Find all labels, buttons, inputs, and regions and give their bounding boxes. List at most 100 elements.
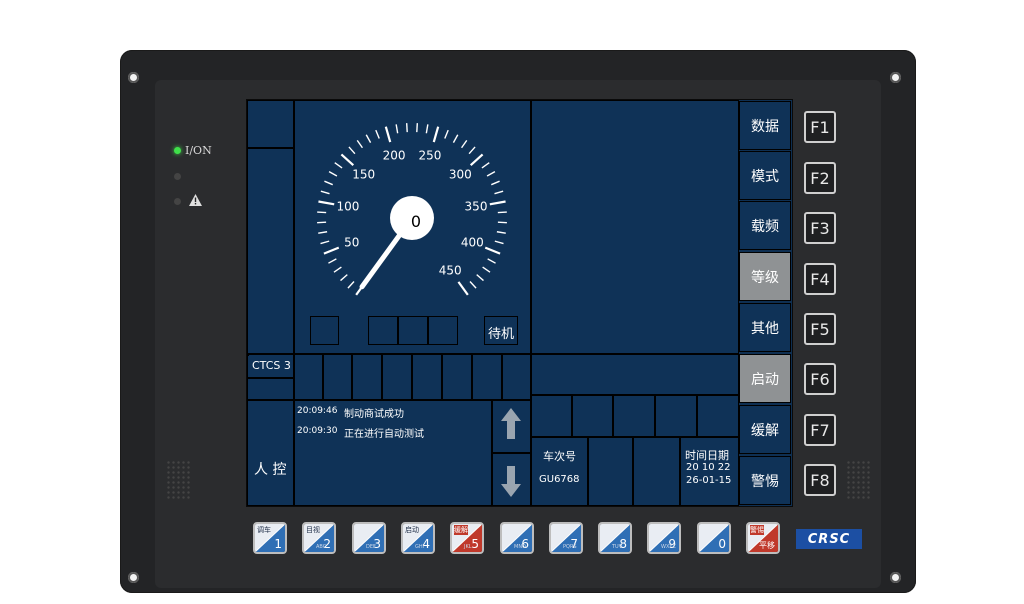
speed-tick (375, 129, 380, 139)
f6-key[interactable]: F6 (804, 363, 836, 395)
ctcs-level-box: CTCS 3 (247, 354, 294, 378)
speed-tick (323, 246, 340, 255)
menu-other-button[interactable]: 其他 (739, 303, 791, 352)
message-time-2: 20:09:30 (297, 426, 338, 436)
speed-tick (487, 258, 496, 264)
f8-key[interactable]: F8 (804, 464, 836, 496)
message-text-2: 正在进行自动测试 (344, 429, 424, 440)
speed-tick (405, 123, 408, 133)
speed-tick (457, 281, 469, 296)
speed-tick (497, 211, 507, 214)
number-key-3[interactable]: 3 DEF (352, 522, 386, 554)
speed-tick (340, 274, 348, 282)
key-letters: TUV (612, 544, 623, 550)
key-letters: JKL (464, 544, 472, 550)
menu-start-button[interactable]: 启动 (739, 354, 791, 403)
speed-tick (482, 266, 491, 273)
control-mode-text: 人 控 (254, 462, 287, 478)
ctcs-level-text: CTCS 3 (252, 359, 291, 372)
info-cell (613, 395, 655, 437)
key-number: 1 (274, 537, 282, 551)
speed-tick (425, 124, 429, 134)
left-info-cell (247, 100, 294, 148)
speed-tick (469, 153, 484, 166)
speed-tick (318, 231, 328, 234)
key-label: 启动 (405, 526, 419, 534)
number-key-6[interactable]: 6 MNO (500, 522, 534, 554)
power-label: I/ON (185, 144, 212, 157)
speed-tick (318, 200, 335, 206)
number-key-7[interactable]: 7 PQRS (549, 522, 583, 554)
speed-tick (324, 180, 333, 186)
mount-hole (128, 572, 139, 583)
spacer (247, 354, 249, 356)
speed-tick (432, 126, 440, 143)
time-value: 20 10 22 (686, 462, 731, 473)
left-speaker-grille (166, 460, 192, 500)
speed-tick (481, 162, 490, 169)
left-info-cell (247, 148, 294, 354)
number-key-5[interactable]: 缓解 5 JKL (450, 522, 484, 554)
speed-tick (384, 126, 392, 143)
menu-vigilance-button[interactable]: 警惕 (739, 456, 791, 505)
scroll-up-button[interactable] (492, 400, 531, 453)
menu-release-button[interactable]: 缓解 (739, 405, 791, 454)
message-time-1: 20:09:46 (297, 406, 338, 416)
number-key-2[interactable]: 目视 2 ABC (302, 522, 336, 554)
number-key-11[interactable]: 警惕 平移 (746, 522, 780, 554)
speed-tick (365, 134, 372, 143)
speed-tick (348, 146, 356, 155)
f4-key[interactable]: F4 (804, 263, 836, 295)
menu-mode-button[interactable]: 模式 (739, 151, 791, 200)
speed-tick-label: 100 (337, 200, 360, 214)
datetime-label: 时间日期 (685, 449, 729, 462)
mode-status-text: 待机 (488, 327, 515, 342)
key-letters: WXYZ (661, 544, 676, 550)
scroll-down-button[interactable] (492, 453, 531, 506)
number-key-4[interactable]: 启动 4 GHI (401, 522, 435, 554)
speed-tick (494, 190, 504, 195)
key-label: 警惕 (750, 525, 764, 535)
menu-data-button[interactable]: 数据 (739, 101, 791, 150)
key-letters: PQRS (563, 544, 577, 550)
speed-tick (486, 171, 496, 177)
f5-key[interactable]: F5 (804, 313, 836, 345)
train-number-box: 车次号 GU6768 (531, 437, 588, 506)
speed-tick (320, 190, 330, 195)
menu-frequency-button[interactable]: 载频 (739, 201, 791, 250)
info-cell (655, 395, 697, 437)
speed-tick-label: 300 (449, 168, 472, 182)
number-key-8[interactable]: 8 TUV (598, 522, 632, 554)
number-key-10[interactable]: 0 (697, 522, 731, 554)
status-box (368, 316, 398, 345)
number-key-9[interactable]: 9 WXYZ (647, 522, 681, 554)
f7-key[interactable]: F7 (804, 414, 836, 446)
speed-tick (452, 134, 459, 143)
menu-level-button[interactable]: 等级 (739, 252, 791, 301)
number-key-1[interactable]: 调车 1 (253, 522, 287, 554)
speed-tick (496, 231, 506, 234)
speed-tick-label: 400 (461, 235, 484, 249)
speed-tick (395, 124, 399, 134)
mount-hole (890, 72, 901, 83)
status-box (398, 316, 428, 345)
current-speed-value: 0 (410, 212, 422, 231)
f3-key[interactable]: F3 (804, 212, 836, 244)
speed-tick (356, 139, 363, 149)
speed-tick-label: 250 (418, 149, 441, 163)
message-text-1: 制动商试成功 (344, 409, 404, 420)
planning-strip (531, 354, 739, 395)
mount-hole (128, 72, 139, 83)
warning-icon (189, 194, 202, 206)
dmi-screen: CTCS 3 人 控 50 100 150 200 250 300 350 400 450 0 … (246, 99, 793, 507)
indicator-cell (294, 354, 323, 400)
speed-tick-label: 50 (344, 235, 359, 249)
speed-tick (328, 258, 337, 264)
f2-key[interactable]: F2 (804, 162, 836, 194)
date-value: 26-01-15 (686, 475, 732, 486)
key-letters: DEF (366, 544, 376, 550)
f1-key[interactable]: F1 (804, 111, 836, 143)
speed-tick (416, 123, 419, 133)
arrow-up-icon (501, 408, 521, 439)
key-number: 0 (718, 537, 726, 551)
